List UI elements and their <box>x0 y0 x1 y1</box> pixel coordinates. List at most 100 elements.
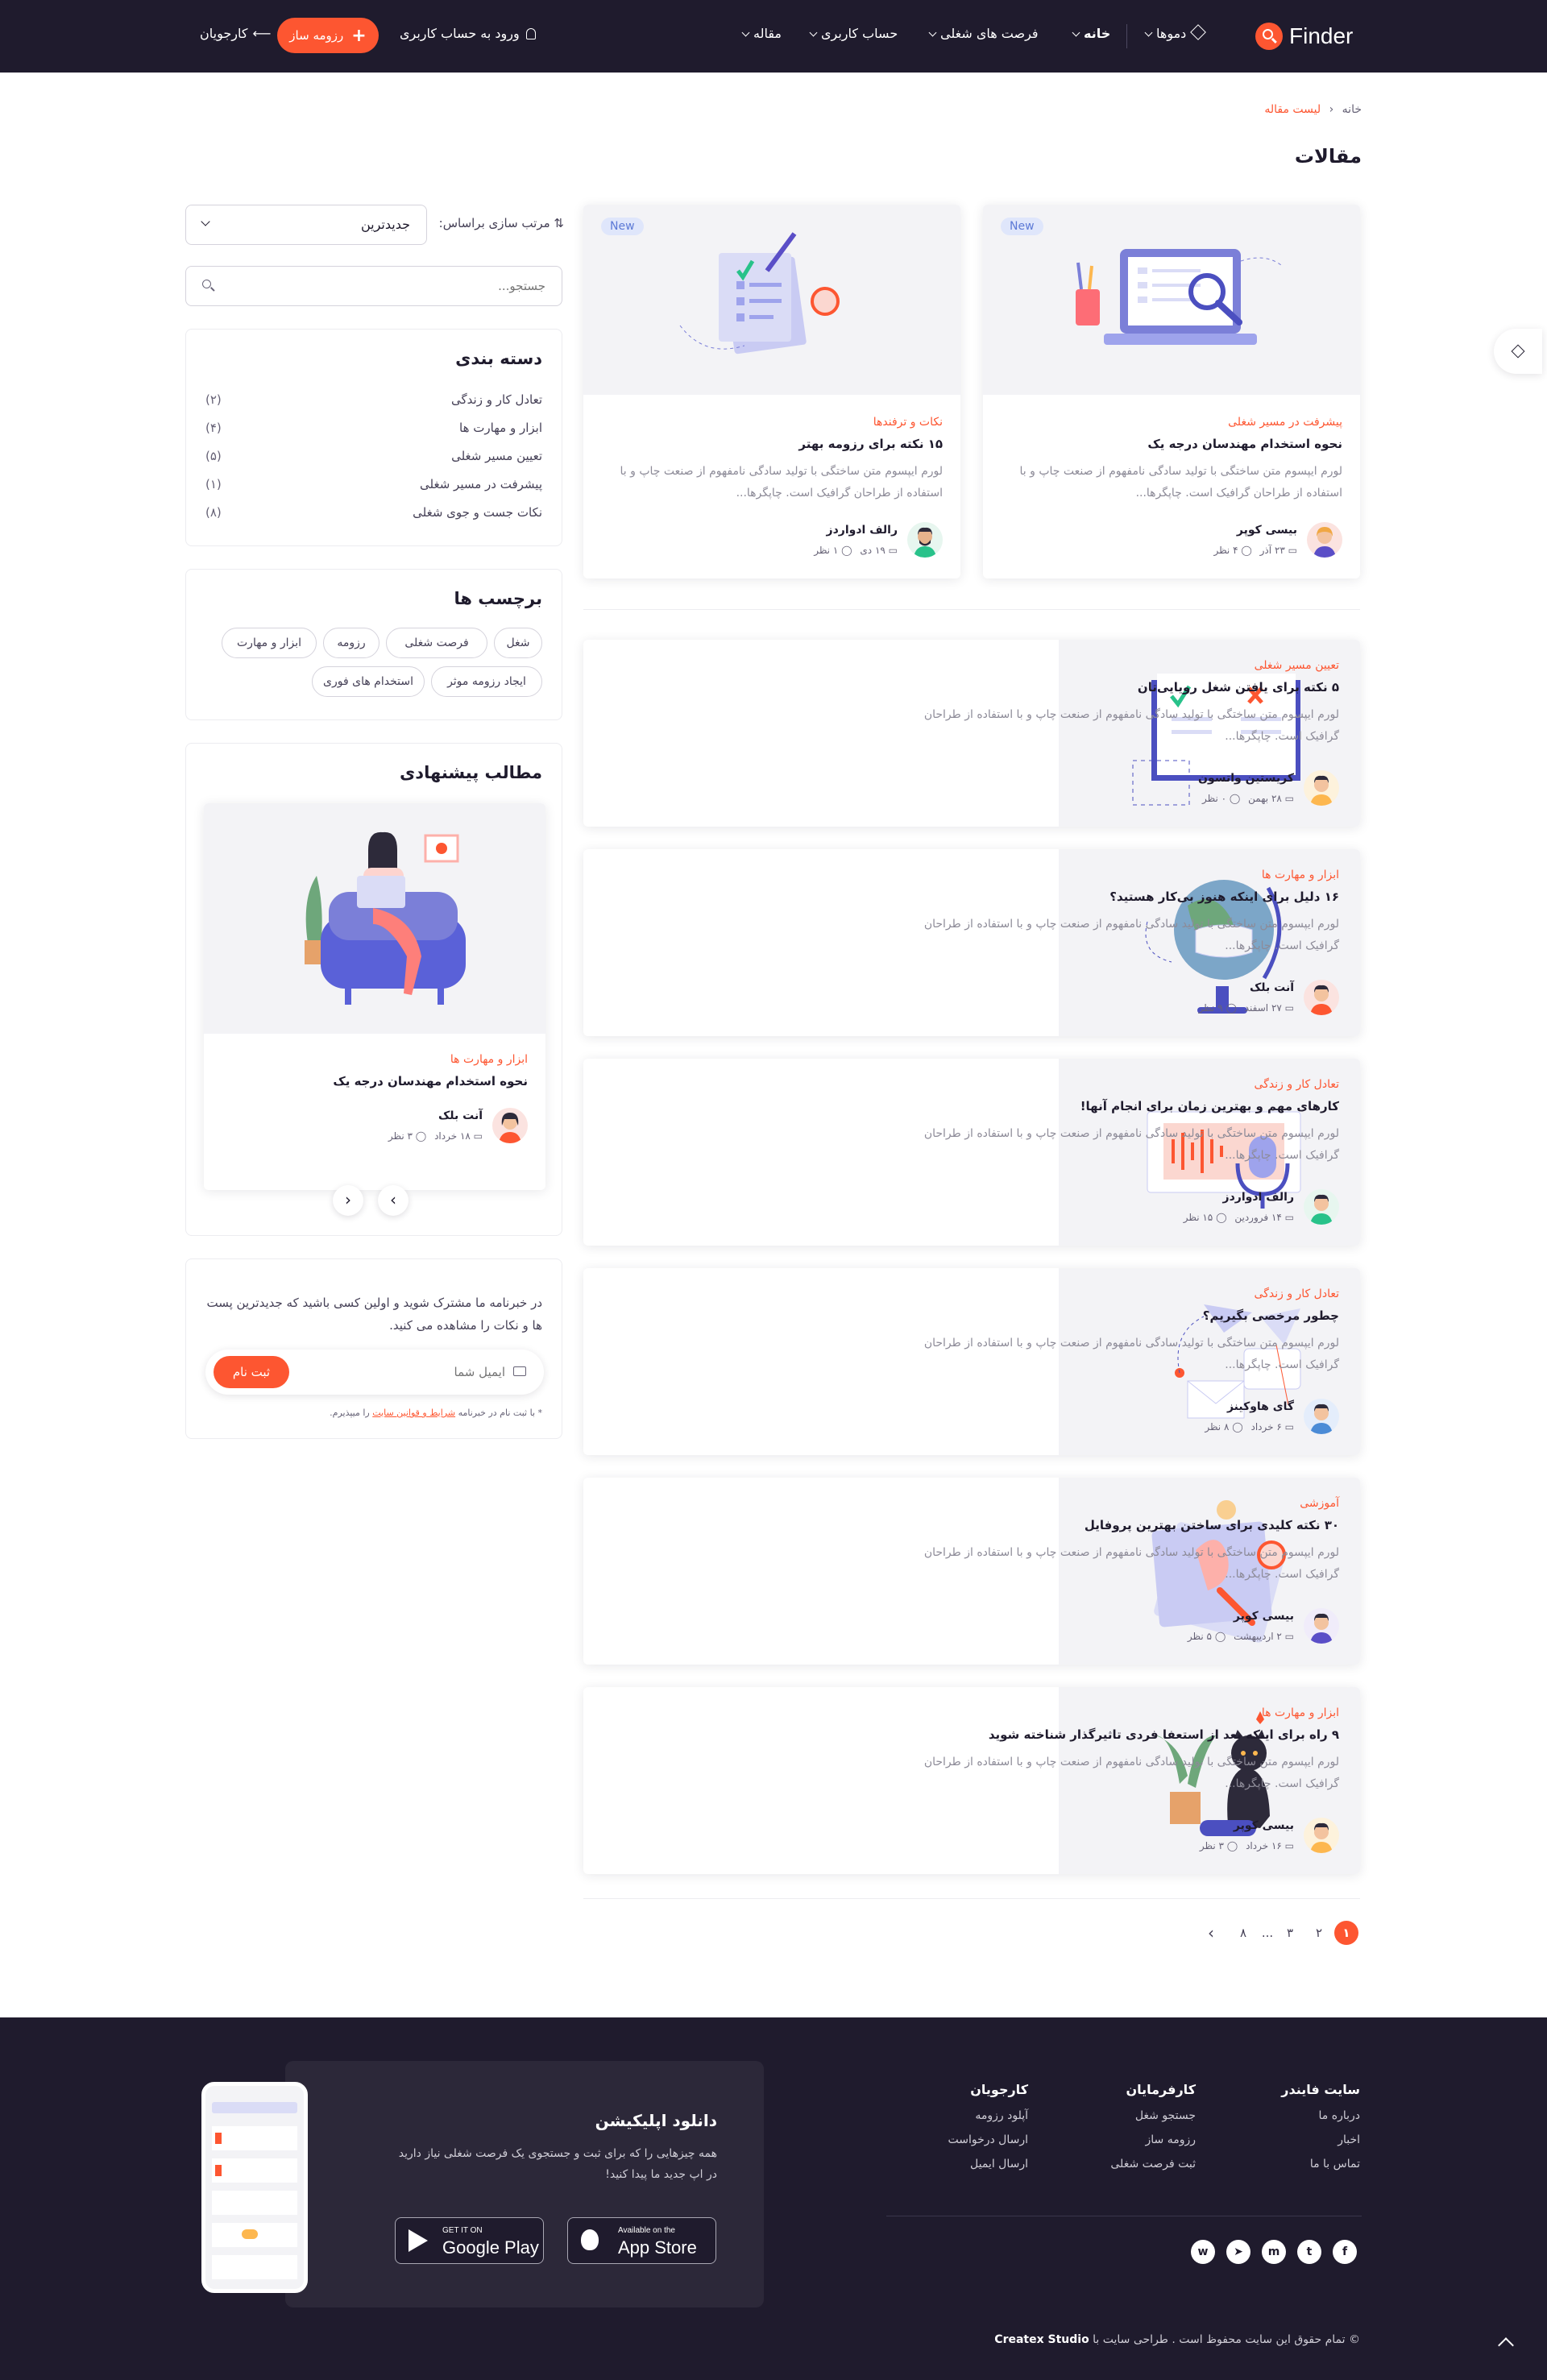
email-field[interactable] <box>328 1361 505 1383</box>
nav-item-home[interactable]: خانه <box>1068 26 1110 41</box>
tag-chip[interactable]: ایجاد رزومه موثر <box>431 666 542 697</box>
sort-select[interactable]: جدیدترین <box>185 205 427 245</box>
post-meta: ▭ ۲۳ آذر ◯ ۴ نظر <box>1213 545 1297 556</box>
brand-logo[interactable]: Finder <box>1255 21 1353 52</box>
article-card[interactable]: تعیین مسیر شغلی ۵ نکته برای یافتن شغل روی… <box>583 640 1360 827</box>
breadcrumb-home[interactable]: خانه <box>1342 103 1362 116</box>
page-8-button[interactable]: ۸ <box>1231 1921 1255 1945</box>
page-2-button[interactable]: ۲ <box>1307 1921 1331 1945</box>
nav-item-article[interactable]: مقاله <box>738 26 782 41</box>
tag-chip[interactable]: فرصت شغلی <box>386 628 487 658</box>
post-category[interactable]: تعادل کار و زندگی <box>1255 1078 1339 1091</box>
post-category[interactable]: ابزار و مهارت ها <box>1262 1706 1339 1719</box>
article-card[interactable]: تعادل کار و زندگی کارهای مهم و بهترین زما… <box>583 1059 1360 1246</box>
page-3-button[interactable]: ۳ <box>1278 1921 1302 1945</box>
author-name[interactable]: بیسی کوپر <box>1234 1819 1294 1832</box>
next-page-chevron-icon[interactable]: ‹ <box>1199 1921 1223 1945</box>
post-title[interactable]: ۹ راه برای اینکه بعد از استعفا فردی تاثی… <box>989 1727 1339 1742</box>
author-name[interactable]: رالف ادواردز <box>827 524 898 537</box>
footer-link[interactable]: درباره ما <box>1319 2109 1360 2122</box>
carousel-prev-button[interactable]: › <box>378 1185 409 1216</box>
author-name[interactable]: رالف ادواردز <box>1223 1191 1294 1204</box>
login-link[interactable]: ورود به حساب کاربری <box>400 26 536 41</box>
google-play-button[interactable]: GET IT ON Google Play <box>395 2217 544 2264</box>
category-item[interactable]: ابزار و مهارت ها <box>459 421 542 435</box>
footer-link[interactable]: جستجو شغل <box>1135 2109 1196 2122</box>
footer-link[interactable]: اخبار <box>1338 2133 1360 2146</box>
newsletter-text: در خبرنامه ما مشترک شوید و اولین کسی باش… <box>206 1296 543 1333</box>
telegram-icon[interactable]: ➤ <box>1226 2240 1250 2264</box>
tag-chip[interactable]: استخدام های فوری <box>312 666 425 697</box>
tag-chip[interactable]: شغل <box>494 628 542 658</box>
resume-builder-button[interactable]: + رزومه ساز <box>277 18 379 53</box>
post-title[interactable]: چطور مرخصی بگیریم؟ <box>1203 1308 1339 1323</box>
footer-link[interactable]: ارسال درخواست <box>948 2133 1028 2146</box>
author-name[interactable]: بیسی کوپر <box>1237 524 1297 537</box>
author-name[interactable]: آنت بلک <box>438 1109 483 1122</box>
search-input-wrap[interactable] <box>185 266 562 306</box>
whatsapp-icon[interactable]: w <box>1191 2240 1215 2264</box>
post-category[interactable]: تعادل کار و زندگی <box>1255 1287 1339 1300</box>
author-name[interactable]: آنت بلک <box>1250 981 1294 994</box>
footer-link[interactable]: رزومه ساز <box>1146 2133 1197 2146</box>
terms-link[interactable]: شرایط و قوانین سایت <box>372 1408 455 1418</box>
category-item[interactable]: پیشرفت در مسیر شغلی <box>420 477 542 491</box>
tag-chip[interactable]: ابزار و مهارت <box>222 628 317 658</box>
article-card[interactable]: آموزشی ۳۰ نکته کلیدی برای ساختن بهترین پر… <box>583 1478 1360 1665</box>
page-1-button[interactable]: ۱ <box>1334 1921 1358 1945</box>
featured-card-2[interactable]: New نکات و ترفندها ۱۵ نکته برای رزومه به… <box>583 205 960 578</box>
nav-item-demos[interactable]: دموها <box>1141 24 1207 41</box>
search-input[interactable] <box>239 279 545 293</box>
post-comments: ۹ نظر <box>1198 1002 1223 1014</box>
employers-link[interactable]: ⟵ کارجویان <box>200 26 271 41</box>
brand-name: Finder <box>1289 23 1354 48</box>
tag-chip[interactable]: رزومه <box>323 628 379 658</box>
post-category[interactable]: ابزار و مهارت ها <box>1262 869 1339 881</box>
footer-link[interactable]: آپلود رزومه <box>975 2109 1028 2122</box>
featured-card-1[interactable]: New پیشرفت در مسیر شغلی نحوه استخدام مهن… <box>983 205 1360 578</box>
nav-item-label: خانه <box>1084 26 1111 41</box>
post-category[interactable]: آموزشی <box>1300 1497 1339 1510</box>
copyright-brand-link[interactable]: Createx Studio <box>994 2333 1089 2346</box>
footer-link[interactable]: ثبت فرصت شغلی <box>1110 2158 1196 2171</box>
footer-link[interactable]: ارسال ایمیل <box>970 2158 1028 2171</box>
author-name[interactable]: بیسی کوپر <box>1234 1610 1294 1623</box>
back-to-top-chevron-up-icon[interactable] <box>1498 2337 1514 2353</box>
post-title[interactable]: ۳۰ نکته کلیدی برای ساختن بهترین پروفایل <box>1085 1518 1339 1532</box>
nav-item-jobs[interactable]: فرصت های شغلی <box>925 26 1039 41</box>
floating-settings-button[interactable] <box>1494 329 1542 374</box>
messenger-icon[interactable]: m <box>1262 2240 1286 2264</box>
post-meta: ▭ ۱۸ خرداد ◯ ۳ نظر <box>388 1130 483 1142</box>
post-category[interactable]: تعیین مسیر شغلی <box>1255 659 1339 672</box>
post-title[interactable]: ۵ نکته برای یافتن شغل رویایی‌تان <box>1138 680 1339 695</box>
post-title[interactable]: ۱۵ نکته برای رزومه بهتر <box>798 437 943 451</box>
facebook-icon[interactable]: f <box>1333 2240 1357 2264</box>
app-store-button[interactable]: Available on the App Store <box>567 2217 716 2264</box>
subscribe-button[interactable]: ثبت نام <box>214 1356 289 1388</box>
post-category[interactable]: ابزار و مهارت ها <box>450 1053 528 1066</box>
post-category[interactable]: نکات و ترفندها <box>873 416 943 429</box>
author-name[interactable]: گای هاوکینز <box>1227 1400 1294 1413</box>
footer-link[interactable]: تماس با ما <box>1310 2158 1360 2171</box>
suggested-card[interactable]: ابزار و مهارت ها نحوه استخدام مهندسان در… <box>204 803 545 1190</box>
post-title[interactable]: نحوه استخدام مهندسان درجه یک <box>333 1074 528 1088</box>
post-title[interactable]: کارهای مهم و بهترین زمان برای انجام آنها… <box>1080 1099 1339 1113</box>
footer: سایت فایندر درباره ما اخبار تماس با ما ک… <box>0 2017 1547 2380</box>
nav-item-account[interactable]: حساب کاربری <box>806 26 898 41</box>
category-item[interactable]: تعیین مسیر شغلی <box>451 449 542 463</box>
article-card[interactable]: ابزار و مهارت ها ۱۶ دلیل برای اینکه هنوز … <box>583 849 1360 1036</box>
post-title[interactable]: نحوه استخدام مهندسان درجه یک <box>1147 437 1342 451</box>
post-category[interactable]: پیشرفت در مسیر شغلی <box>1228 416 1342 429</box>
author-avatar <box>1304 1399 1339 1434</box>
author-name[interactable]: کریستین واتسون <box>1198 772 1294 785</box>
post-date: ۱۶ خرداد <box>1246 1840 1282 1851</box>
search-icon[interactable] <box>202 280 215 292</box>
carousel-next-button[interactable]: ‹ <box>333 1185 363 1216</box>
post-title[interactable]: ۱۶ دلیل برای اینکه هنوز بی‌کار هستید؟ <box>1109 889 1339 904</box>
category-item[interactable]: نکات جست و جوی شغلی <box>413 505 542 520</box>
twitter-icon[interactable]: t <box>1297 2240 1321 2264</box>
category-item[interactable]: تعادل کار و زندگی <box>451 392 542 407</box>
article-card[interactable]: ابزار و مهارت ها ۹ راه برای اینکه بعد از … <box>583 1687 1360 1874</box>
article-card[interactable]: تعادل کار و زندگی چطور مرخصی بگیریم؟ لورم … <box>583 1268 1360 1455</box>
calendar-icon: ▭ <box>1284 1212 1294 1223</box>
